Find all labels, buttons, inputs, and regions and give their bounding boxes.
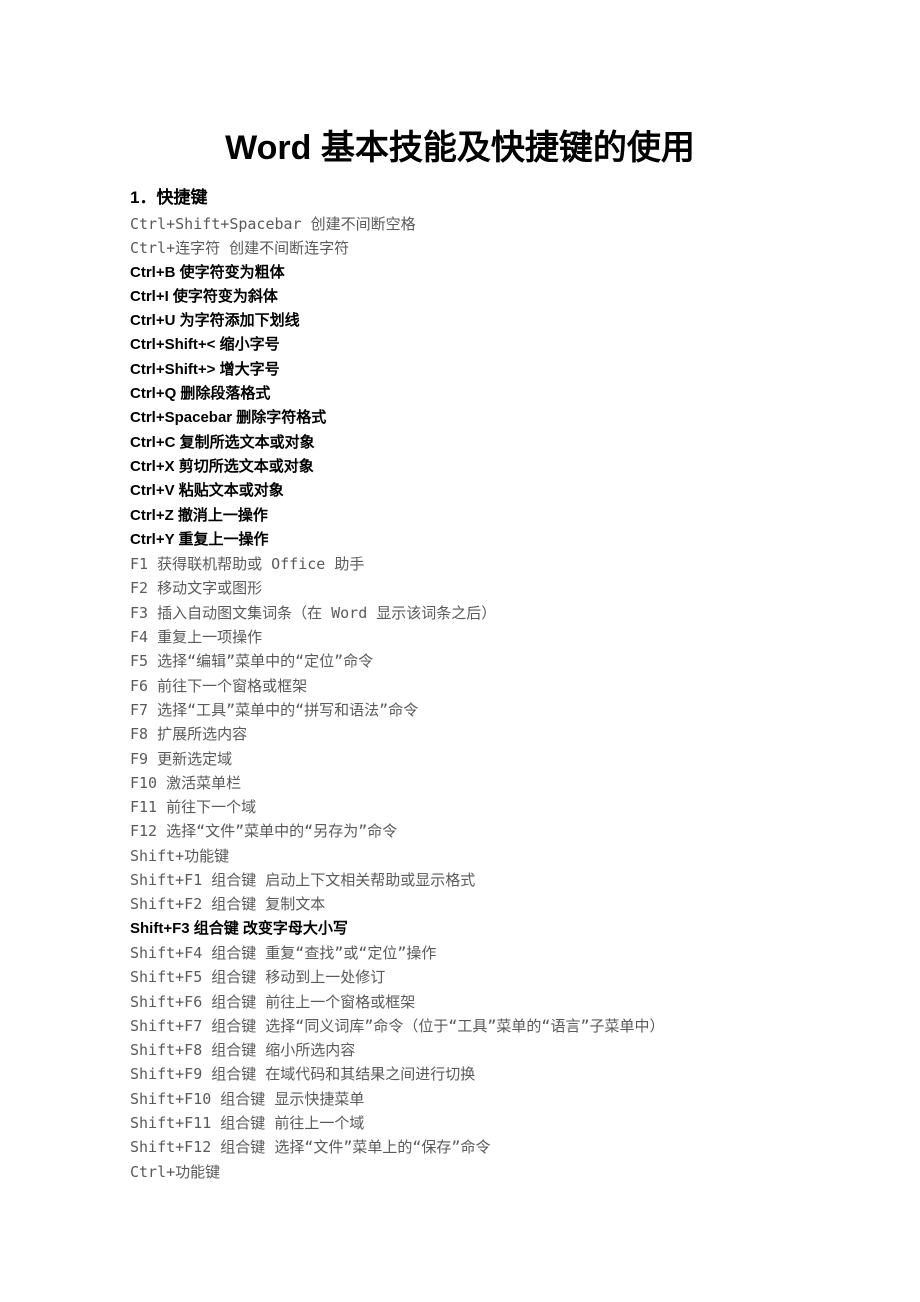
shortcut-line: Ctrl+Shift+> 增大字号 [130,358,790,382]
shortcut-line: Shift+F5 组合键 移动到上一处修订 [130,965,790,989]
document-title: Word 基本技能及快捷键的使用 [130,120,790,169]
shortcut-line: Shift+F2 组合键 复制文本 [130,892,790,916]
shortcut-line: Ctrl+Z 撤消上一操作 [130,504,790,528]
shortcut-line: Ctrl+Y 重复上一操作 [130,528,790,552]
shortcut-line: Shift+F6 组合键 前往上一个窗格或框架 [130,990,790,1014]
shortcut-line: F9 更新选定域 [130,747,790,771]
shortcut-line: Shift+F10 组合键 显示快捷菜单 [130,1087,790,1111]
shortcut-line: F4 重复上一项操作 [130,625,790,649]
shortcut-line: Shift+F4 组合键 重复“查找”或“定位”操作 [130,941,790,965]
shortcut-line: Ctrl+X 剪切所选文本或对象 [130,455,790,479]
shortcut-line: Shift+功能键 [130,844,790,868]
shortcut-line: Ctrl+Q 删除段落格式 [130,382,790,406]
shortcut-line: Shift+F9 组合键 在域代码和其结果之间进行切换 [130,1062,790,1086]
shortcut-line: Shift+F8 组合键 缩小所选内容 [130,1038,790,1062]
shortcut-line: Ctrl+功能键 [130,1160,790,1184]
shortcut-line: Shift+F12 组合键 选择“文件”菜单上的“保存”命令 [130,1135,790,1159]
shortcut-line: Ctrl+B 使字符变为粗体 [130,261,790,285]
shortcut-line: F3 插入自动图文集词条（在 Word 显示该词条之后） [130,601,790,625]
shortcut-line: Ctrl+V 粘贴文本或对象 [130,479,790,503]
shortcut-line: Shift+F1 组合键 启动上下文相关帮助或显示格式 [130,868,790,892]
shortcut-line: F5 选择“编辑”菜单中的“定位”命令 [130,649,790,673]
shortcut-line: Ctrl+Shift+Spacebar 创建不间断空格 [130,212,790,236]
shortcut-line: Ctrl+I 使字符变为斜体 [130,285,790,309]
shortcut-list: Ctrl+Shift+Spacebar 创建不间断空格Ctrl+连字符 创建不间… [130,212,790,1184]
shortcut-line: Ctrl+Shift+< 缩小字号 [130,333,790,357]
shortcut-line: Shift+F7 组合键 选择“同义词库”命令（位于“工具”菜单的“语言”子菜单… [130,1014,790,1038]
shortcut-line: Shift+F3 组合键 改变字母大小写 [130,917,790,941]
shortcut-line: F1 获得联机帮助或 Office 助手 [130,552,790,576]
section-heading: 1．快捷键 [130,183,790,208]
shortcut-line: F10 激活菜单栏 [130,771,790,795]
shortcut-line: F11 前往下一个域 [130,795,790,819]
shortcut-line: F7 选择“工具”菜单中的“拼写和语法”命令 [130,698,790,722]
shortcut-line: Shift+F11 组合键 前往上一个域 [130,1111,790,1135]
shortcut-line: F12 选择“文件”菜单中的“另存为”命令 [130,819,790,843]
shortcut-line: F2 移动文字或图形 [130,576,790,600]
shortcut-line: F8 扩展所选内容 [130,722,790,746]
shortcut-line: Ctrl+C 复制所选文本或对象 [130,431,790,455]
document-page: Word 基本技能及快捷键的使用 1．快捷键 Ctrl+Shift+Spaceb… [0,0,920,1302]
shortcut-line: Ctrl+连字符 创建不间断连字符 [130,236,790,260]
shortcut-line: F6 前往下一个窗格或框架 [130,674,790,698]
shortcut-line: Ctrl+Spacebar 删除字符格式 [130,406,790,430]
shortcut-line: Ctrl+U 为字符添加下划线 [130,309,790,333]
